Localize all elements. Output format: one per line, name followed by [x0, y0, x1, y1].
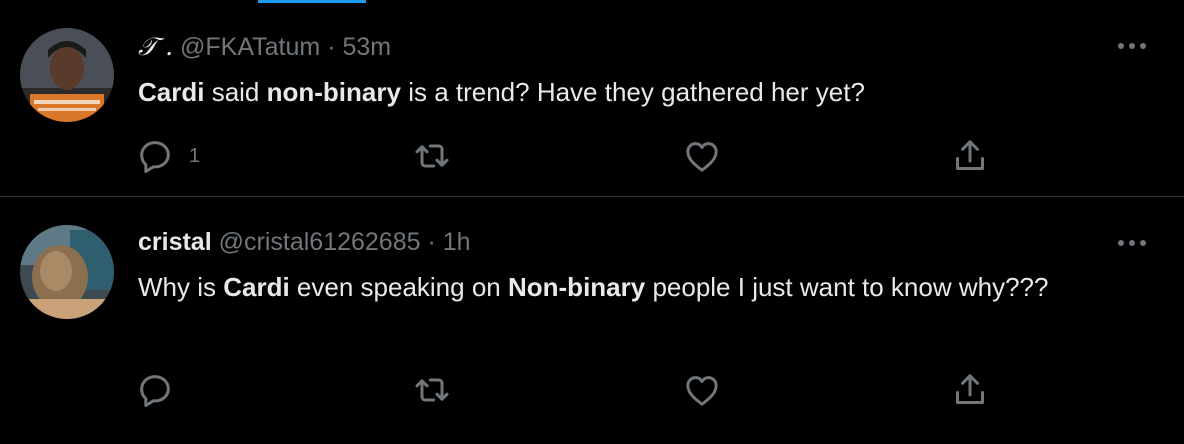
timestamp[interactable]: 53m	[342, 33, 391, 61]
bold-term: Non-binary	[507, 272, 646, 302]
text-segment: even speaking on	[289, 272, 508, 302]
bold-term: non-binary	[266, 77, 401, 107]
tweet[interactable]: cristal @cristal61262685 · 1h Why is Car…	[0, 197, 1184, 444]
text-segment: Why is	[138, 272, 224, 302]
like-button[interactable]	[682, 370, 722, 410]
like-button[interactable]	[682, 136, 722, 176]
reply-icon	[140, 375, 170, 407]
retweet-button[interactable]	[412, 136, 452, 176]
tweet-text: Cardi said non-binary is a trend? Have t…	[138, 74, 1128, 111]
reply-button[interactable]: 1	[135, 136, 200, 176]
separator-dot: ·	[427, 228, 436, 256]
separator-dot: ·	[327, 33, 336, 61]
text-segment: people I just want to know why???	[645, 272, 1049, 302]
avatar[interactable]	[20, 28, 114, 122]
more-dots-icon	[1118, 43, 1146, 49]
bold-term: Cardi	[138, 77, 205, 107]
display-name[interactable]: 𝒯 .	[138, 32, 173, 61]
reply-icon	[140, 141, 170, 173]
avatar[interactable]	[20, 225, 114, 319]
tweet-header: 𝒯 . @FKATatum · 53m	[138, 32, 391, 62]
share-button[interactable]	[950, 370, 990, 410]
reply-count: 1	[189, 144, 201, 167]
user-handle[interactable]: @cristal61262685	[219, 228, 421, 256]
text-segment: said	[204, 77, 267, 107]
share-button[interactable]	[950, 136, 990, 176]
heart-icon	[686, 376, 718, 406]
retweet-button[interactable]	[412, 370, 452, 410]
more-options-button[interactable]	[1113, 231, 1151, 255]
retweet-icon	[415, 378, 449, 402]
share-icon	[956, 140, 984, 170]
tweet[interactable]: 𝒯 . @FKATatum · 53m Cardi said non-binar…	[0, 0, 1184, 196]
more-dots-icon	[1118, 240, 1146, 246]
heart-icon	[686, 142, 718, 172]
reply-button[interactable]	[135, 370, 189, 410]
bold-term: Cardi	[223, 272, 290, 302]
more-options-button[interactable]	[1113, 34, 1151, 58]
retweet-icon	[415, 144, 449, 168]
user-handle[interactable]: @FKATatum	[180, 33, 320, 61]
timestamp[interactable]: 1h	[443, 228, 471, 256]
display-name[interactable]: cristal	[138, 228, 212, 256]
share-icon	[956, 374, 984, 404]
tweet-text: Why is Cardi even speaking on Non-binary…	[138, 269, 1128, 306]
text-segment: is a trend? Have they gathered her yet?	[400, 77, 865, 107]
tweet-header: cristal @cristal61262685 · 1h	[138, 227, 471, 257]
